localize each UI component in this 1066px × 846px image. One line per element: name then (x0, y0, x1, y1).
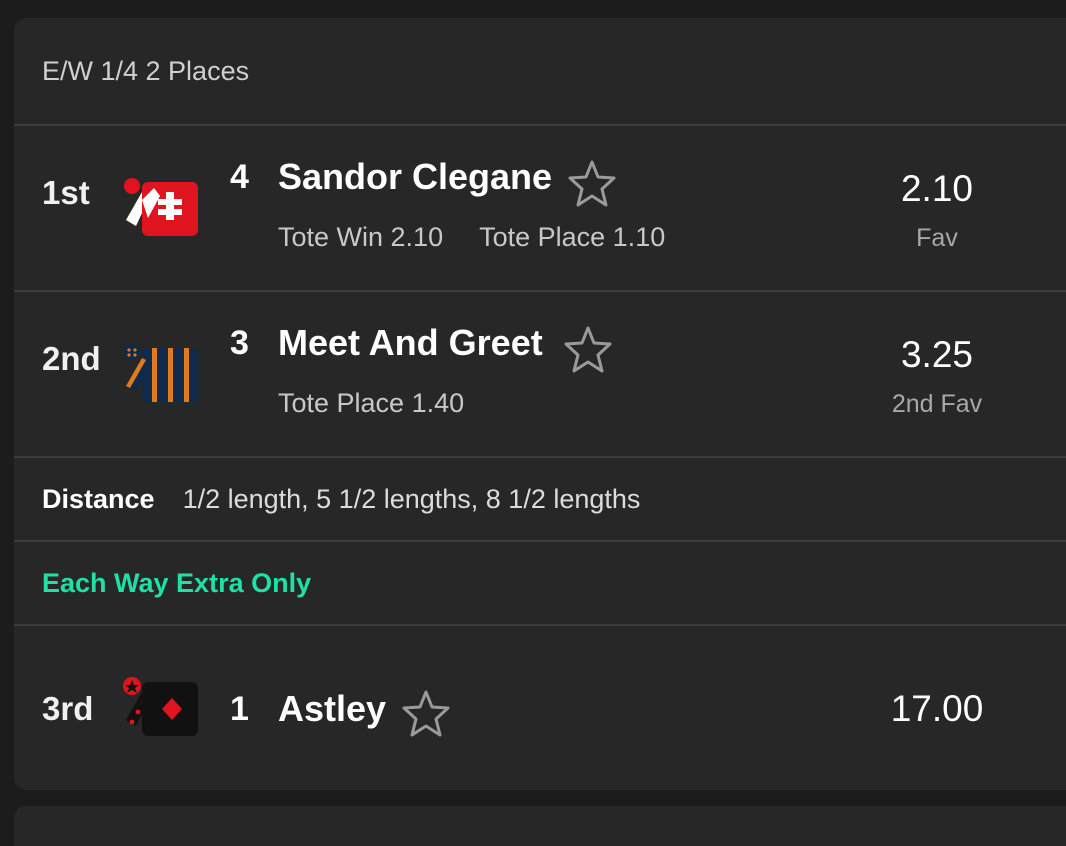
distance-label: Distance (42, 483, 155, 514)
runner-odds: 3.25 (900, 334, 973, 375)
tote-place: Tote Place 1.10 (479, 222, 666, 252)
tote-info: Tote Place 1.40 (278, 388, 500, 419)
runner-name: Sandor Clegane (278, 156, 553, 197)
finish-position: 2nd (42, 340, 101, 377)
distance-value: 1/2 length, 5 1/2 lengths, 8 1/2 lengths (182, 483, 641, 514)
favourite-star-icon[interactable] (566, 158, 618, 210)
each-way-terms: E/W 1/4 2 Places (14, 18, 1066, 126)
tote-place: Tote Place 1.40 (278, 388, 465, 418)
runner-odds: 2.10 (900, 168, 973, 209)
runner-name: Astley (278, 688, 387, 729)
next-card (14, 806, 1066, 846)
runner-number: 4 (230, 158, 249, 196)
favourite-star-icon[interactable] (562, 324, 614, 376)
each-way-extra-heading: Each Way Extra Only (14, 542, 1066, 626)
favourite-star-icon[interactable] (400, 688, 452, 740)
jockey-silk-icon (124, 178, 198, 236)
tote-win: Tote Win 2.10 (278, 222, 444, 252)
tote-info: Tote Win 2.10 Tote Place 1.10 (278, 222, 701, 253)
runner-row-1st[interactable]: 1st 4 Sandor Clegane Tote Win 2.10 Tote P… (14, 126, 1066, 292)
results-card: E/W 1/4 2 Places 1st 4 Sandor Clegane To… (14, 18, 1066, 790)
runner-odds: 17.00 (890, 688, 984, 729)
favourite-label: 2nd Fav (891, 390, 983, 418)
runner-number: 1 (230, 690, 249, 728)
jockey-silk-icon (124, 344, 198, 402)
finish-position: 1st (42, 174, 90, 211)
runner-number: 3 (230, 324, 249, 362)
favourite-label: Fav (916, 224, 958, 252)
each-way-terms-text: E/W 1/4 2 Places (42, 55, 250, 86)
runner-row-3rd[interactable]: 3rd 1 Astley 17.00 (14, 626, 1066, 790)
each-way-extra-label: Each Way Extra Only (42, 567, 312, 598)
jockey-silk-icon (123, 677, 198, 736)
runner-row-2nd[interactable]: 2nd 3 Meet And Greet Tote Place 1.40 3.2… (14, 292, 1066, 458)
runner-name: Meet And Greet (278, 322, 543, 363)
distance-row: Distance 1/2 length, 5 1/2 lengths, 8 1/… (14, 458, 1066, 542)
finish-position: 3rd (42, 690, 94, 727)
